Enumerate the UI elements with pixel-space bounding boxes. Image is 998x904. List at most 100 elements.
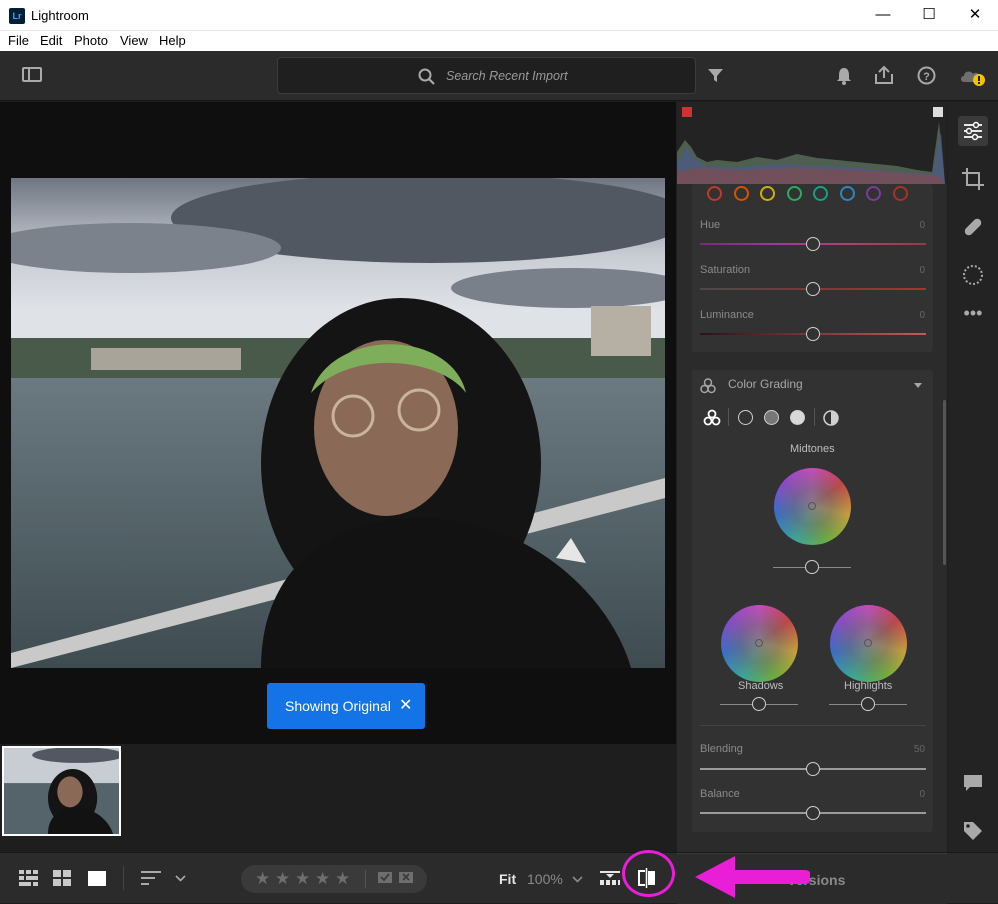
menu-edit[interactable]: Edit (40, 33, 62, 48)
reject-flag-icon[interactable] (399, 872, 413, 886)
keywords-button[interactable] (958, 816, 988, 846)
filmstrip (0, 744, 676, 852)
three-way-view-icon[interactable] (703, 409, 721, 427)
divider (814, 408, 815, 426)
star-rating-3[interactable]: ★ (295, 869, 310, 889)
zoom-chevron-down-icon[interactable] (572, 876, 583, 883)
shadow-clipping-warning-icon[interactable] (682, 107, 692, 117)
midtones-color-wheel[interactable] (774, 468, 851, 545)
blending-slider-knob[interactable] (806, 762, 820, 776)
maximize-button[interactable]: ☐ (906, 0, 952, 31)
star-rating-1[interactable]: ★ (255, 869, 270, 889)
balance-label: Balance (700, 788, 740, 800)
highlights-view-icon[interactable] (790, 410, 805, 425)
color-swatch-2[interactable] (733, 186, 749, 201)
grid-view-icon[interactable] (53, 870, 71, 886)
comments-button[interactable] (958, 768, 988, 798)
healing-tool-button[interactable] (958, 212, 988, 242)
showing-original-banner[interactable]: Showing Original ✕ (267, 683, 425, 729)
svg-text:?: ? (923, 71, 930, 83)
shadows-luminance-knob[interactable] (752, 697, 766, 711)
panel-scrollbar[interactable] (943, 400, 946, 565)
menu-view[interactable]: View (120, 33, 148, 48)
luminance-slider-knob[interactable] (806, 327, 820, 341)
highlights-luminance-knob[interactable] (861, 697, 875, 711)
histogram (677, 102, 947, 184)
luminance-label: Luminance (700, 309, 754, 321)
color-swatch-5[interactable] (813, 186, 828, 201)
color-swatch-6[interactable] (839, 186, 855, 201)
star-rating-4[interactable]: ★ (315, 869, 330, 889)
menu-file[interactable]: File (8, 33, 29, 48)
color-swatch-8[interactable] (892, 186, 908, 201)
highlights-wheel-handle[interactable] (864, 639, 872, 647)
more-options-icon[interactable]: ••• (958, 302, 988, 332)
balance-value[interactable]: 0 (919, 789, 925, 800)
chevron-down-icon[interactable] (175, 875, 186, 882)
midtones-wheel-handle[interactable] (808, 502, 816, 510)
highlights-color-wheel[interactable] (830, 605, 907, 682)
saturation-slider-knob[interactable] (806, 282, 820, 296)
blending-value[interactable]: 50 (914, 744, 925, 755)
minimize-button[interactable]: — (860, 0, 906, 31)
global-view-icon[interactable] (823, 410, 839, 426)
share-icon[interactable] (874, 65, 894, 85)
filmstrip-toggle-icon[interactable] (600, 871, 620, 886)
midtones-label: Midtones (790, 443, 835, 455)
hue-slider-knob[interactable] (806, 237, 820, 251)
color-swatch-3[interactable] (760, 186, 775, 201)
panel-toggle-icon[interactable] (22, 67, 42, 82)
masking-tool-button[interactable] (958, 260, 988, 290)
search-input[interactable]: Search Recent Import (446, 69, 568, 83)
edit-tool-button[interactable] (958, 116, 988, 146)
color-mixer-card: Hue 0 Saturation 0 Luminance 0 (692, 184, 933, 352)
menu-photo[interactable]: Photo (74, 33, 108, 48)
cloud-sync-warning-icon[interactable] (958, 66, 986, 88)
title-bar: Lr Lightroom — ☐ ✕ (0, 0, 998, 31)
bandage-icon (964, 218, 982, 236)
crop-icon (962, 168, 984, 190)
detail-view-icon[interactable] (88, 871, 106, 886)
color-swatch-4[interactable] (786, 186, 802, 201)
histogram-graph (677, 122, 945, 184)
main-photo[interactable] (11, 178, 665, 668)
menu-help[interactable]: Help (159, 33, 186, 48)
pick-flag-icon[interactable] (378, 872, 392, 886)
midtones-luminance-knob[interactable] (805, 560, 819, 574)
bell-icon[interactable] (836, 67, 852, 85)
fit-zoom-button[interactable]: Fit (499, 871, 516, 887)
sliders-icon (964, 121, 982, 141)
zoom-level-button[interactable]: 100% (527, 871, 563, 887)
color-swatch-1[interactable] (707, 186, 722, 201)
highlight-clipping-warning-icon[interactable] (933, 107, 943, 117)
divider (700, 725, 926, 726)
bottom-toolbar: ★ ★ ★ ★ ★ Fit 100% Versions (0, 852, 998, 904)
help-icon[interactable]: ? (917, 66, 936, 85)
star-rating-5[interactable]: ★ (335, 869, 350, 889)
lightroom-logo-icon: Lr (9, 8, 25, 24)
shadows-wheel-handle[interactable] (755, 639, 763, 647)
star-rating-2[interactable]: ★ (275, 869, 290, 889)
saturation-value[interactable]: 0 (919, 265, 925, 276)
tool-strip: ••• (948, 102, 998, 903)
shadows-color-wheel[interactable] (721, 605, 798, 682)
balance-slider-knob[interactable] (806, 806, 820, 820)
close-window-button[interactable]: ✕ (952, 0, 998, 31)
color-grading-card: Color Grading Midtones Shadows Highlight… (692, 370, 933, 832)
hue-value[interactable]: 0 (919, 220, 925, 231)
filter-icon[interactable] (708, 68, 723, 83)
color-swatch-7[interactable] (866, 186, 881, 201)
color-grading-title: Color Grading (728, 377, 803, 391)
hue-label: Hue (700, 219, 721, 231)
crop-tool-button[interactable] (958, 164, 988, 194)
close-icon[interactable]: ✕ (399, 683, 412, 729)
sort-icon[interactable] (141, 871, 161, 886)
midtones-view-icon[interactable] (764, 410, 779, 425)
square-grid-icon[interactable] (19, 870, 39, 886)
shadows-view-icon[interactable] (738, 410, 753, 425)
search-box[interactable]: Search Recent Import (277, 57, 696, 94)
luminance-value[interactable]: 0 (919, 310, 925, 321)
filmstrip-thumbnail[interactable] (2, 746, 121, 836)
collapse-chevron-icon[interactable] (914, 383, 922, 389)
blending-label: Blending (700, 743, 743, 755)
